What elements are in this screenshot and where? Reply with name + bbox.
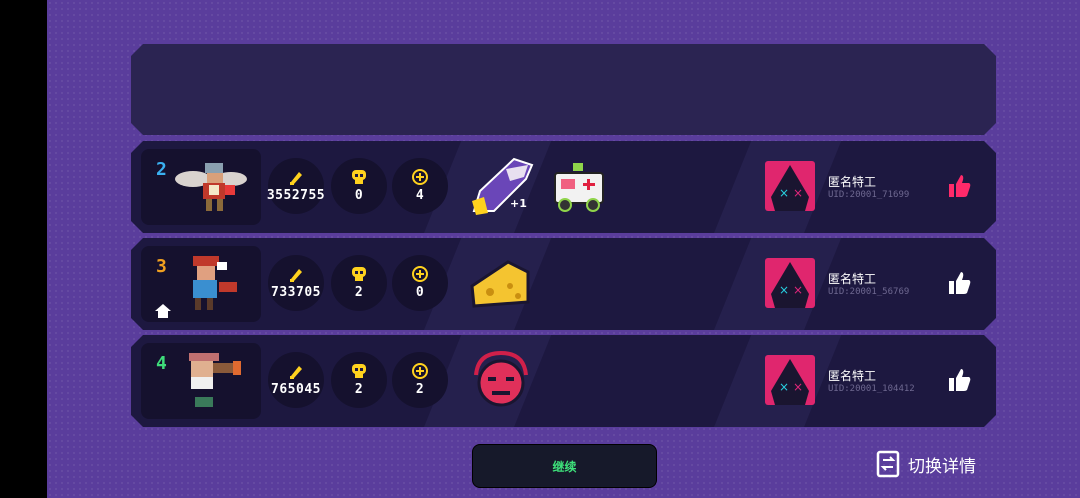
coins-value: 4 [415, 188, 425, 203]
top-banner-panel [131, 44, 996, 135]
bullets-value: 733705 [271, 285, 321, 300]
svg-text:×: × [793, 283, 803, 297]
skull-icon [350, 362, 368, 380]
kills-stat: 0 [331, 158, 387, 214]
pirate-character-icon [173, 252, 253, 318]
player-uid: UID:20001_104412 [828, 384, 915, 394]
player-name: 匿名特工 [828, 175, 877, 189]
thumbs-up-icon[interactable] [945, 366, 973, 394]
kills-value: 0 [354, 188, 364, 203]
coin-icon [411, 168, 429, 186]
bullets-value: 3552755 [266, 188, 326, 203]
player-uid: UID:20001_56769 [828, 287, 910, 297]
player-uid: UID:20001_71699 [828, 190, 910, 200]
svg-text:×: × [793, 186, 803, 200]
shark-weapon-icon[interactable]: +1 [466, 151, 536, 221]
skull-icon [350, 168, 368, 186]
player-name: 匿名特工 [828, 272, 877, 286]
kills-stat: 2 [331, 255, 387, 311]
gunner-character-icon [173, 349, 253, 415]
svg-text:×: × [779, 380, 789, 394]
hooded-agent-icon: × × [765, 161, 815, 211]
kills-stat: 2 [331, 352, 387, 408]
coins-value: 2 [415, 382, 425, 397]
thumbs-up-icon[interactable] [945, 172, 973, 200]
character-card: 2 [141, 149, 261, 225]
coins-stat: 2 [392, 352, 448, 408]
svg-text:×: × [779, 186, 789, 200]
bullet-icon [287, 265, 305, 283]
coins-stat: 0 [392, 255, 448, 311]
kills-value: 2 [354, 382, 364, 397]
coins-value: 0 [415, 285, 425, 300]
viking-character-icon [173, 155, 253, 221]
coins-stat: 4 [392, 158, 448, 214]
ambulance-icon[interactable] [543, 151, 613, 221]
rank-number: 4 [156, 353, 167, 374]
svg-text:×: × [793, 380, 803, 394]
bullet-icon [287, 168, 305, 186]
bullets-stat: 733705 [268, 255, 324, 311]
demon-face-icon[interactable] [466, 345, 536, 415]
coin-icon [411, 362, 429, 380]
thumbs-up-icon[interactable] [945, 269, 973, 297]
bullet-icon [287, 362, 305, 380]
svg-text:+1: +1 [510, 197, 527, 210]
cheese-icon[interactable] [466, 248, 536, 318]
switch-details-button[interactable]: 切换详情 [876, 448, 976, 480]
hooded-agent-icon: × × [765, 355, 815, 405]
hooded-agent-icon: × × [765, 258, 815, 308]
player-avatar[interactable]: × × [765, 258, 815, 308]
character-card: 4 [141, 343, 261, 419]
player-row-rank-4: 4 765045 2 2 × × 匿名特工 UID:20001_104412 [131, 335, 996, 427]
left-edge-bar [0, 0, 47, 498]
player-avatar[interactable]: × × [765, 355, 815, 405]
character-card: 3 [141, 246, 261, 322]
player-avatar[interactable]: × × [765, 161, 815, 211]
rank-number: 3 [156, 256, 167, 277]
bullets-stat: 765045 [268, 352, 324, 408]
svg-text:×: × [779, 283, 789, 297]
home-icon [155, 304, 171, 318]
bullets-value: 765045 [271, 382, 321, 397]
player-row-rank-3: 3 733705 2 0 × × 匿名特工 UID:20001_56769 [131, 238, 996, 330]
continue-button[interactable]: 继续 [472, 444, 657, 488]
skull-icon [350, 265, 368, 283]
rank-number: 2 [156, 159, 167, 180]
bullets-stat: 3552755 [268, 158, 324, 214]
kills-value: 2 [354, 285, 364, 300]
player-name: 匿名特工 [828, 369, 877, 383]
player-row-rank-2: 2 3552755 0 4 +1 × × 匿名特工 UID:20001_7169… [131, 141, 996, 233]
switch-details-label: 切换详情 [908, 456, 976, 477]
coin-icon [411, 265, 429, 283]
switch-document-icon [876, 450, 900, 478]
